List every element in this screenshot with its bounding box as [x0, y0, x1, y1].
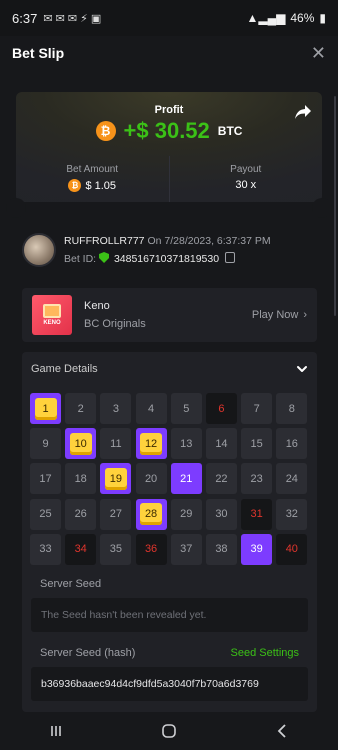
payout-label: Payout [230, 164, 262, 175]
bet-amount-label: Bet Amount [66, 164, 119, 175]
bet-id-label: Bet ID: [64, 253, 97, 265]
game-name: Keno [84, 300, 110, 312]
keno-cell[interactable]: 20 [135, 463, 167, 495]
keno-cell[interactable]: 35 [100, 533, 132, 565]
back-icon[interactable] [268, 721, 296, 741]
keno-cell[interactable]: 32 [276, 498, 308, 530]
keno-cell[interactable]: 14 [205, 428, 237, 460]
game-provider: BC Originals [84, 318, 146, 330]
bitcoin-icon: ₿ [95, 121, 116, 141]
keno-cell[interactable]: 29 [170, 498, 202, 530]
keno-cell[interactable]: 10 [65, 428, 97, 460]
bet-slip-header: Bet Slip ✕ [0, 36, 338, 70]
keno-cell[interactable]: 24 [276, 463, 308, 495]
status-bar: 6:37 ✉ ✉ ✉ ⚡ ▣ ▲▂▄▆ 46% ▮ [0, 0, 338, 36]
keno-cell[interactable]: 31 [241, 498, 273, 530]
avatar[interactable] [22, 233, 56, 267]
close-button[interactable]: ✕ [311, 44, 326, 62]
page-title: Bet Slip [12, 45, 65, 61]
keno-cell[interactable]: 1 [30, 393, 61, 424]
home-icon[interactable] [155, 721, 183, 741]
server-seed-field[interactable]: The Seed hasn't been revealed yet. [31, 598, 308, 632]
game-row: KENO Keno BC Originals Play Now › [22, 288, 317, 342]
keno-cell[interactable]: 25 [30, 498, 61, 530]
keno-cell[interactable]: 9 [30, 428, 61, 460]
bet-amount-stat: Bet Amount ₿ $ 1.05 [16, 156, 169, 202]
play-now-label: Play Now [251, 309, 299, 321]
keno-cell[interactable]: 26 [65, 498, 97, 530]
recent-apps-icon[interactable] [42, 721, 70, 741]
keno-cell[interactable]: 3 [100, 393, 132, 424]
bet-date: On 7/28/2023, 6:37:37 PM [147, 235, 271, 247]
keno-cell[interactable]: 33 [30, 533, 61, 565]
keno-cell[interactable]: 30 [205, 498, 237, 530]
keno-cell[interactable]: 40 [276, 533, 308, 565]
keno-cell[interactable]: 16 [276, 428, 308, 460]
bet-amount-value: $ 1.05 [85, 179, 117, 192]
payout-stat: Payout 30 x [168, 156, 323, 202]
keno-cell[interactable]: 8 [276, 393, 308, 424]
keno-cell[interactable]: 13 [170, 428, 202, 460]
battery-level: 46% [290, 11, 315, 25]
bitcoin-icon: ₿ [68, 179, 82, 192]
keno-cell[interactable]: 5 [170, 393, 202, 424]
keno-hit-number: 1 [34, 397, 57, 420]
keno-cell[interactable]: 11 [100, 428, 132, 460]
status-time: 6:37 [12, 10, 38, 26]
keno-cell[interactable]: 27 [100, 498, 132, 530]
ticket-notch-left [6, 198, 26, 218]
seed-settings-link[interactable]: Seed Settings [231, 647, 300, 659]
keno-board: 1 2 3 4 5 6 7 8 9 10 11 12 13 14 15 16 17 18 19 20 21 22 23 24 2… [30, 393, 308, 565]
game-details-header[interactable]: Game Details [22, 352, 317, 386]
server-seed-hash-field[interactable]: b36936baaec94d4cf9dfd5a3040f7b70a6d3769 [31, 667, 308, 701]
bet-user-row: RUFFROLLR777 On 7/28/2023, 6:37:37 PM Be… [22, 226, 320, 274]
profit-currency: BTC [217, 124, 243, 138]
keno-hit-number: 12 [140, 432, 163, 455]
keno-cell[interactable]: 39 [241, 533, 273, 565]
keno-cell[interactable]: 36 [135, 533, 167, 565]
chevron-down-icon[interactable] [296, 363, 308, 375]
notification-icons: ✉ ✉ ✉ ⚡ ▣ [43, 12, 102, 25]
keno-hit-number: 28 [140, 503, 163, 526]
keno-cell[interactable]: 17 [30, 463, 61, 495]
copy-icon[interactable] [225, 252, 235, 263]
keno-cell[interactable]: 12 [135, 428, 167, 460]
keno-cell[interactable]: 15 [241, 428, 273, 460]
keno-cell[interactable]: 2 [65, 393, 97, 424]
server-seed-label: Server Seed [40, 578, 102, 590]
keno-cell[interactable]: 34 [65, 533, 97, 565]
username[interactable]: RUFFROLLR777 [64, 235, 145, 247]
keno-cell[interactable]: 19 [100, 463, 132, 495]
game-details-title: Game Details [31, 363, 98, 375]
payout-value: 30 x [235, 179, 257, 191]
chevron-right-icon: › [303, 309, 307, 321]
play-now-button[interactable]: Play Now › [252, 309, 307, 321]
system-nav-bar [0, 712, 338, 750]
keno-logo: KENO [32, 295, 72, 335]
keno-cell[interactable]: 4 [135, 393, 167, 424]
keno-cell[interactable]: 23 [241, 463, 273, 495]
scrollbar[interactable] [334, 96, 336, 316]
signal-icon: ▲▂▄▆ [246, 11, 286, 25]
keno-cell[interactable]: 6 [205, 393, 237, 424]
keno-cell[interactable]: 37 [170, 533, 202, 565]
profit-label: Profit [154, 104, 184, 116]
keno-cell[interactable]: 7 [241, 393, 273, 424]
game-details-panel: Game Details 1 2 3 4 5 6 7 8 9 10 11 12 13 14 15 16 17 18… [22, 352, 317, 712]
verified-shield-icon [99, 252, 110, 263]
keno-cell[interactable]: 18 [65, 463, 97, 495]
keno-cell[interactable]: 28 [135, 498, 167, 530]
profit-card: Profit ₿ +$ 30.52 BTC Bet Amount ₿ $ 1.0… [16, 92, 322, 202]
keno-cell[interactable]: 22 [205, 463, 237, 495]
profit-value: +$ 30.52 [123, 118, 210, 143]
ticket-notch-right [312, 198, 332, 218]
bet-id-value: 348516710371819530 [113, 253, 220, 265]
keno-cell[interactable]: 38 [205, 533, 237, 565]
battery-icon: ▮ [319, 11, 326, 25]
keno-logo-text: KENO [43, 320, 61, 326]
keno-hit-number: 19 [104, 467, 127, 490]
keno-cell[interactable]: 21 [170, 463, 202, 495]
server-seed-hash-label: Server Seed (hash) [40, 647, 136, 659]
keno-hit-number: 10 [69, 432, 92, 455]
